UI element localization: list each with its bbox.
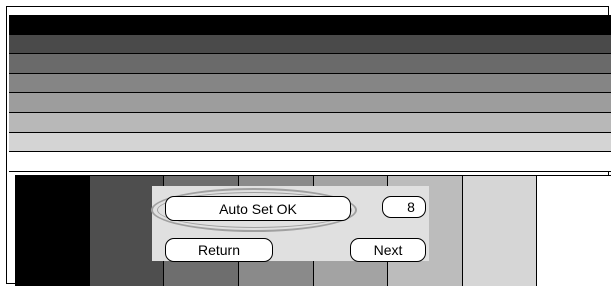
vertical-bar bbox=[15, 176, 90, 286]
horizontal-grayscale-bars bbox=[9, 15, 611, 172]
auto-set-status-box: Auto Set OK bbox=[165, 196, 351, 221]
horizontal-bar bbox=[9, 152, 611, 172]
return-button[interactable]: Return bbox=[165, 238, 273, 262]
horizontal-bar bbox=[9, 34, 611, 55]
horizontal-bar bbox=[9, 93, 611, 113]
return-button-label: Return bbox=[197, 242, 241, 258]
next-button[interactable]: Next bbox=[350, 238, 426, 262]
value-display: 8 bbox=[382, 196, 426, 218]
value-text: 8 bbox=[407, 199, 415, 215]
auto-set-status-label: Auto Set OK bbox=[219, 200, 297, 217]
next-button-label: Next bbox=[373, 242, 403, 258]
horizontal-bar bbox=[9, 15, 611, 35]
horizontal-bar bbox=[9, 54, 611, 74]
vertical-bar bbox=[462, 176, 538, 286]
horizontal-bar bbox=[9, 73, 611, 94]
vertical-bar bbox=[537, 176, 611, 286]
horizontal-bar bbox=[9, 112, 611, 133]
horizontal-bar bbox=[9, 132, 611, 153]
